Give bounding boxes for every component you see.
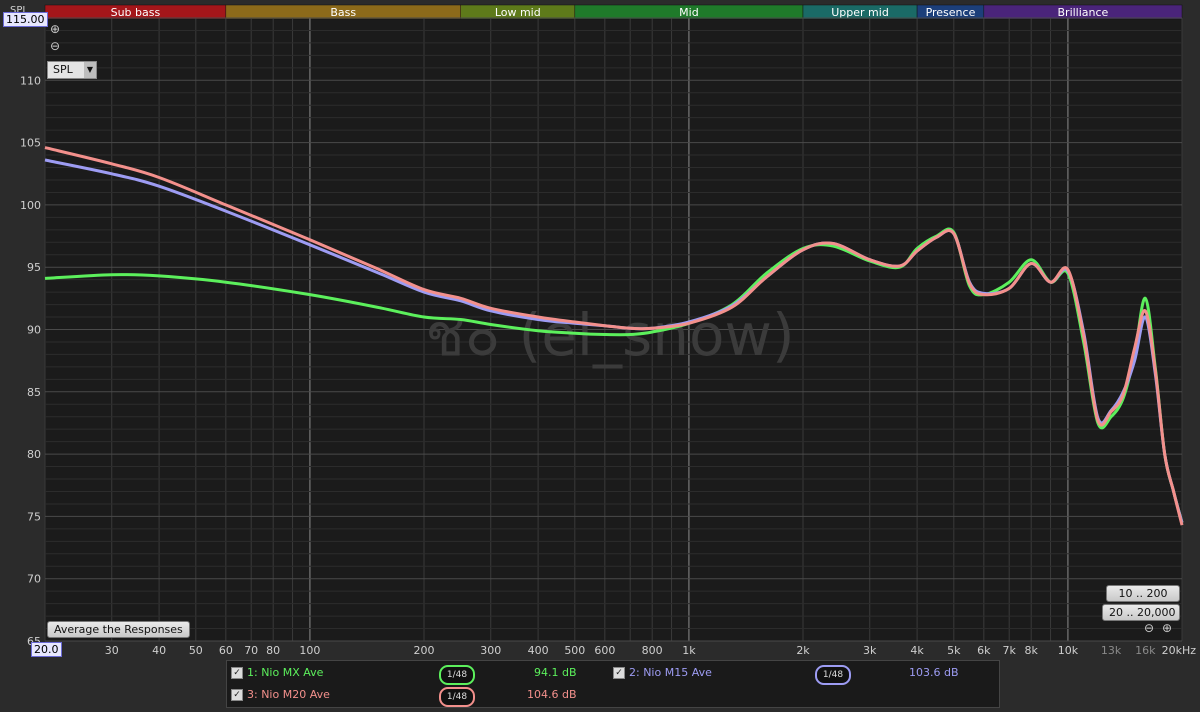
x-tick-600: 600 (594, 644, 615, 657)
zoom-in-bottom-icon[interactable]: ⊕ (1162, 621, 1172, 635)
frequency-bands: Sub bass Bass Low mid Mid Upper mid Presence B… (44, 4, 1183, 20)
x-tick-200: 200 (414, 644, 435, 657)
x-tick-800: 800 (642, 644, 663, 657)
x-tick-500: 500 (564, 644, 585, 657)
x-tick-2k: 2k (796, 644, 810, 657)
zoom-in-icon[interactable]: ⊕ (50, 22, 60, 36)
y-tick-75: 75 (27, 510, 41, 523)
x-tick-6k: 6k (977, 644, 991, 657)
range-10-200-button[interactable]: 10 .. 200 (1106, 585, 1180, 602)
band-label-4: Upper mid (831, 6, 889, 19)
average-responses-button[interactable]: Average the Responses (47, 621, 190, 638)
x-tick-20kHz: 20kHz (1162, 644, 1197, 657)
x-tick-80: 80 (266, 644, 280, 657)
x-tick-7k: 7k (1003, 644, 1017, 657)
spl-select[interactable]: SPL ▼ (47, 61, 97, 79)
x-tick-13k: 13k (1101, 644, 1122, 657)
band-label-6: Brilliance (1058, 6, 1109, 19)
band-label-0: Sub bass (111, 6, 161, 19)
legend-label-3: 3: Nio M20 Ave (247, 688, 330, 701)
range-20-20000-button[interactable]: 20 .. 20,000 (1102, 604, 1180, 621)
y-tick-90: 90 (27, 324, 41, 337)
legend-panel: ✓ 1: Nio MX Ave 1/48 94.1 dB ✓ 2: Nio M1… (226, 660, 1000, 708)
y-tick-100: 100 (20, 199, 41, 212)
x-tick-100: 100 (299, 644, 320, 657)
y-tick-110: 110 (20, 74, 41, 87)
x-tick-3k: 3k (863, 644, 877, 657)
x-tick-1k: 1k (682, 644, 696, 657)
chevron-down-icon: ▼ (84, 62, 96, 78)
x-tick-50: 50 (189, 644, 203, 657)
x-tick-16k: 16k (1135, 644, 1156, 657)
legend-checkbox-2[interactable]: ✓ (613, 667, 625, 679)
y-tick-70: 70 (27, 573, 41, 586)
legend-label-1: 1: Nio MX Ave (247, 666, 324, 679)
x-tick-70: 70 (244, 644, 258, 657)
legend-checkbox-1[interactable]: ✓ (231, 667, 243, 679)
x-tick-5k: 5k (947, 644, 961, 657)
legend-item-1[interactable]: ✓ 1: Nio MX Ave 1/48 94.1 dB (231, 665, 611, 685)
smoothing-badge-3[interactable]: 1/48 (439, 687, 475, 707)
legend-label-2: 2: Nio M15 Ave (629, 666, 712, 679)
zoom-out-icon[interactable]: ⊖ (50, 39, 60, 53)
legend-item-3[interactable]: ✓ 3: Nio M20 Ave 1/48 104.6 dB (231, 687, 611, 707)
legend-item-2[interactable]: ✓ 2: Nio M15 Ave 1/48 103.6 dB (613, 665, 993, 685)
x-tick-4k: 4k (910, 644, 924, 657)
x-tick-300: 300 (480, 644, 501, 657)
legend-level-2: 103.6 dB (909, 666, 959, 679)
band-label-2: Low mid (495, 6, 541, 19)
legend-checkbox-3[interactable]: ✓ (231, 689, 243, 701)
legend-level-3: 104.6 dB (527, 688, 577, 701)
x-axis-ticks: 30 40 50 60 70 80 100 200 300 400 500 600 800 1k 2k 3k 4… (105, 644, 1196, 657)
y-tick-95: 95 (27, 261, 41, 274)
y-axis-ticks: 11010510095908580757065 (20, 74, 41, 648)
x-tick-60: 60 (219, 644, 233, 657)
band-label-3: Mid (679, 6, 699, 19)
frequency-response-chart: Sub bass Bass Low mid Mid Upper mid Presence B… (10, 4, 1196, 657)
zoom-out-bottom-icon[interactable]: ⊖ (1144, 621, 1154, 635)
spl-select-value: SPL (53, 63, 73, 76)
y-tick-80: 80 (27, 448, 41, 461)
x-min-box[interactable]: 20.0 (31, 642, 62, 657)
band-label-5: Presence (926, 6, 976, 19)
legend-level-1: 94.1 dB (534, 666, 577, 679)
x-tick-10k: 10k (1058, 644, 1079, 657)
x-tick-40: 40 (152, 644, 166, 657)
x-tick-8k: 8k (1024, 644, 1038, 657)
band-label-1: Bass (330, 6, 356, 19)
smoothing-badge-1[interactable]: 1/48 (439, 665, 475, 685)
y-tick-105: 105 (20, 137, 41, 150)
x-tick-400: 400 (528, 644, 549, 657)
y-tick-85: 85 (27, 386, 41, 399)
x-tick-30: 30 (105, 644, 119, 657)
smoothing-badge-2[interactable]: 1/48 (815, 665, 851, 685)
y-max-box[interactable]: 115.00 (3, 12, 48, 27)
